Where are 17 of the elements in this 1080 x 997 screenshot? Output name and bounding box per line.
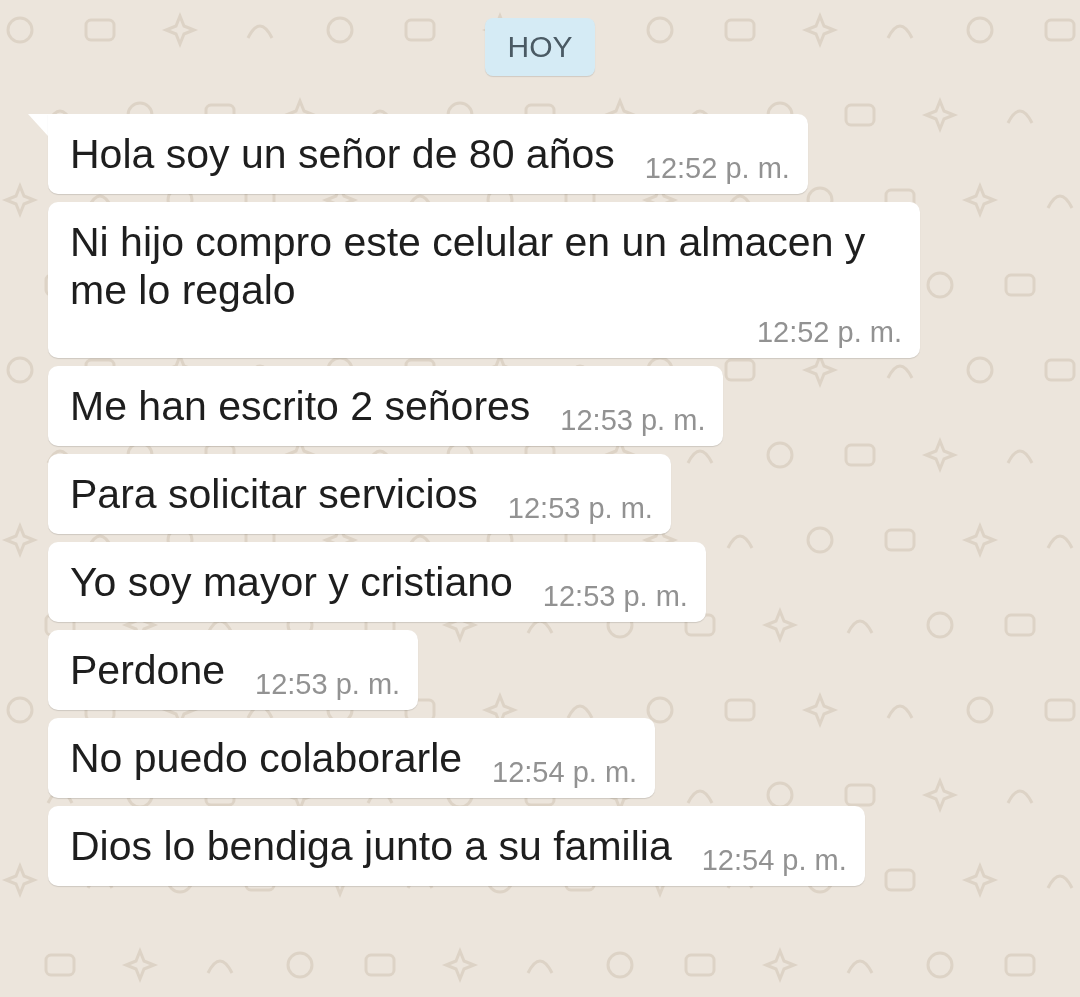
message-time: 12:52 p. m.: [644, 151, 790, 186]
message-time: 12:53 p. m.: [542, 579, 688, 614]
message-time: 12:54 p. m.: [492, 755, 638, 790]
message-text: Para solicitar servicios: [70, 470, 478, 518]
message-text: No puedo colaborarle: [70, 734, 463, 782]
message-time: 12:54 p. m.: [701, 843, 847, 878]
message-text: Ni hijo compro este celular en un almacen y me lo regalo: [70, 218, 867, 314]
date-chip: HOY: [485, 18, 595, 76]
message-time: 12:52 p. m.: [756, 315, 902, 350]
message-text: Hola soy un señor de 80 años: [70, 130, 615, 178]
message-text: Yo soy mayor y cristiano: [70, 558, 513, 606]
message-text: Perdone: [70, 646, 225, 694]
message-text: Me han escrito 2 señores: [70, 382, 531, 430]
message-time: 12:53 p. m.: [560, 403, 706, 438]
message-time: 12:53 p. m.: [255, 667, 401, 702]
message-time: 12:53 p. m.: [507, 491, 653, 526]
message-text: Dios lo bendiga junto a su familia: [70, 822, 672, 870]
